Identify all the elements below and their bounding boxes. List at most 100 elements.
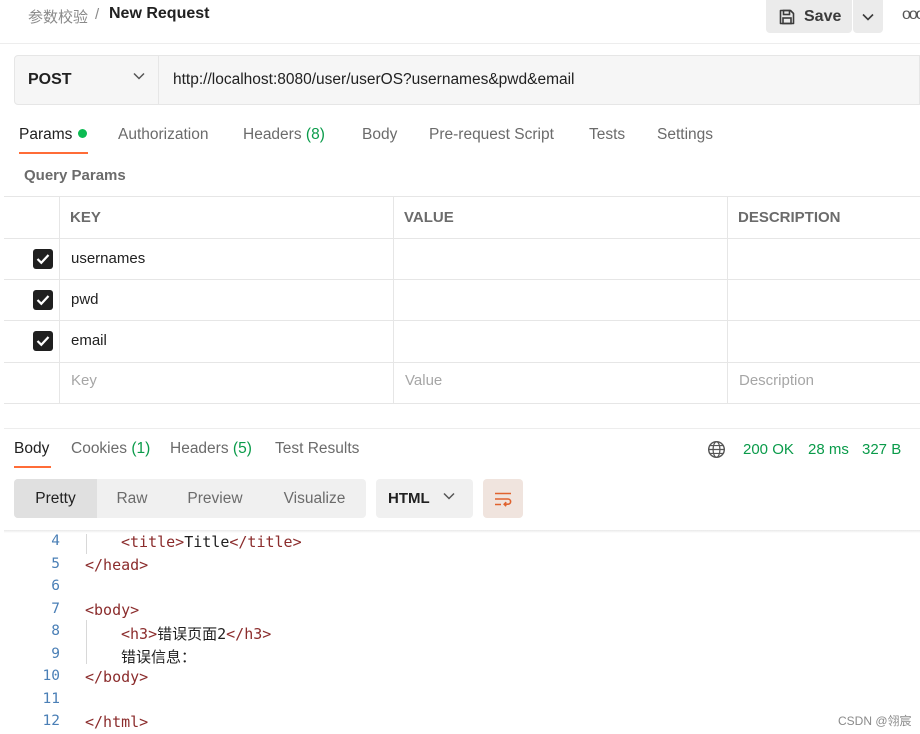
tab-headers-count: (8) — [305, 126, 325, 143]
url-input[interactable]: http://localhost:8080/user/userOS?userna… — [173, 71, 575, 89]
param-enabled-checkbox[interactable] — [33, 331, 53, 351]
url-bar: POST http://localhost:8080/user/userOS?u… — [14, 55, 920, 105]
code-line: </head> — [85, 556, 148, 574]
response-tab-headers-count: (5) — [232, 440, 252, 457]
table-divider — [4, 320, 920, 321]
code-line: <body> — [85, 601, 139, 619]
column-divider — [393, 197, 394, 404]
column-divider — [727, 197, 728, 404]
wrap-lines-icon — [495, 492, 512, 507]
breadcrumb-parent[interactable]: 参数校验 — [28, 6, 88, 27]
response-tab-cookies[interactable]: Cookies (1) — [71, 440, 150, 458]
save-dropdown-button[interactable] — [853, 0, 883, 33]
line-number: 4 — [51, 533, 60, 549]
line-number: 8 — [51, 623, 60, 639]
html-tag: </body> — [85, 668, 149, 686]
table-divider — [4, 362, 920, 363]
response-tab-headers[interactable]: Headers (5) — [170, 440, 252, 458]
view-mode-pretty[interactable]: Pretty — [14, 479, 97, 518]
response-tab-headers-label: Headers — [170, 440, 229, 457]
checkmark-icon — [36, 254, 50, 265]
view-mode-visualize[interactable]: Visualize — [263, 479, 366, 518]
params-indicator-dot — [78, 129, 88, 138]
chevron-down-icon — [862, 13, 874, 21]
method-select[interactable]: POST — [15, 56, 159, 104]
format-label: HTML — [388, 490, 430, 507]
html-tag: <body> — [85, 600, 140, 619]
code-text: 错误信息： — [121, 647, 197, 666]
response-divider — [4, 428, 920, 429]
top-bar: 参数校验 / New Request Save ooo — [0, 0, 920, 44]
line-number: 7 — [51, 600, 60, 617]
view-mode-raw[interactable]: Raw — [97, 479, 167, 518]
code-line: <title>Title</title> — [121, 533, 302, 551]
column-header-description: DESCRIPTION — [738, 209, 841, 226]
code-text: Title — [184, 533, 230, 551]
code-line: 错误信息： — [121, 646, 196, 667]
indent-guide — [86, 534, 87, 554]
view-mode-preview[interactable]: Preview — [167, 479, 263, 518]
chevron-down-icon — [133, 72, 145, 80]
html-tag: <h3> — [121, 625, 158, 643]
tab-prerequest-script[interactable]: Pre-request Script — [429, 126, 554, 144]
html-tag: <title> — [121, 533, 185, 551]
watermark-text: CSDN @翎宸 — [838, 714, 912, 728]
indent-guide — [86, 620, 87, 664]
line-number: 6 — [51, 578, 60, 594]
view-mode-segmented-control: Pretty Raw Preview Visualize — [14, 479, 366, 518]
globe-icon[interactable] — [707, 440, 726, 459]
breadcrumb-separator: / — [95, 6, 100, 23]
save-button[interactable]: Save — [766, 0, 852, 33]
table-divider — [4, 238, 920, 239]
status-code[interactable]: 200 OK — [743, 441, 794, 458]
query-params-title: Query Params — [24, 167, 126, 184]
tab-params[interactable]: Params — [19, 126, 88, 144]
tab-headers[interactable]: Headers (8) — [243, 126, 325, 144]
response-size[interactable]: 327 B — [862, 441, 901, 458]
line-number: 10 — [42, 668, 60, 684]
code-line: </body> — [85, 668, 148, 686]
response-tab-body[interactable]: Body — [14, 440, 49, 458]
table-divider — [4, 403, 920, 404]
code-line: <h3>错误页面2</h3> — [121, 623, 271, 644]
query-params-table: KEY VALUE DESCRIPTION usernames pwd emai… — [4, 196, 920, 404]
tab-tests[interactable]: Tests — [589, 126, 625, 144]
response-time[interactable]: 28 ms — [808, 441, 849, 458]
code-line: </html> — [85, 713, 148, 731]
code-text: 错误页面2 — [157, 625, 227, 643]
request-title[interactable]: New Request — [109, 5, 209, 23]
new-description-input[interactable]: Description — [739, 372, 814, 389]
line-number: 12 — [42, 713, 60, 729]
tab-settings[interactable]: Settings — [657, 126, 713, 144]
tab-headers-label: Headers — [243, 126, 302, 143]
new-value-input[interactable]: Value — [405, 372, 442, 389]
response-tab-cookies-label: Cookies — [71, 440, 127, 457]
line-number: 9 — [51, 645, 60, 662]
tab-params-label: Params — [19, 126, 73, 143]
html-tag: </head> — [85, 555, 149, 574]
response-tab-test-results[interactable]: Test Results — [275, 440, 359, 458]
active-tab-underline — [19, 152, 88, 154]
chevron-down-icon — [443, 492, 455, 500]
method-label: POST — [28, 71, 72, 88]
tab-authorization[interactable]: Authorization — [118, 126, 208, 144]
new-key-input[interactable]: Key — [71, 372, 97, 389]
param-key[interactable]: usernames — [71, 250, 145, 267]
html-tag: </h3> — [226, 625, 272, 643]
format-select[interactable]: HTML — [376, 479, 473, 518]
active-tab-underline — [14, 466, 51, 468]
more-options-icon[interactable]: ooo — [902, 6, 920, 24]
checkmark-icon — [36, 295, 50, 306]
tab-body[interactable]: Body — [362, 126, 397, 144]
save-icon — [779, 9, 795, 24]
param-key[interactable]: email — [71, 332, 107, 349]
column-divider — [59, 197, 60, 404]
column-header-key: KEY — [70, 209, 101, 226]
param-enabled-checkbox[interactable] — [33, 249, 53, 269]
response-tab-cookies-count: (1) — [131, 440, 151, 457]
wrap-lines-button[interactable] — [483, 479, 523, 518]
param-enabled-checkbox[interactable] — [33, 290, 53, 310]
html-tag: </title> — [229, 533, 302, 551]
param-key[interactable]: pwd — [71, 291, 99, 308]
line-number: 11 — [42, 690, 60, 707]
